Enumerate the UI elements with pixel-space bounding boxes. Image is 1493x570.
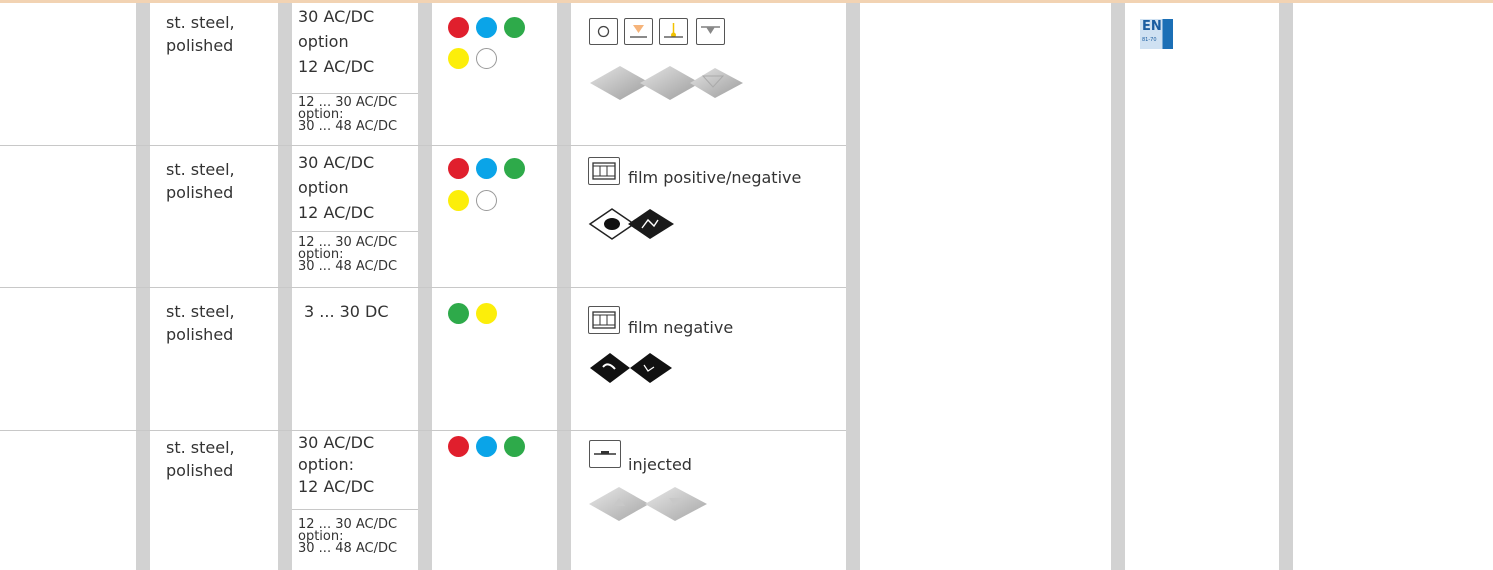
led-color-dot (476, 48, 497, 69)
material-cell: st. steel, polished (166, 302, 235, 344)
led-color-dot (476, 303, 497, 324)
led-color-dot (476, 436, 497, 457)
voltage-cell: 30 AC/DC option 12 AC/DC (298, 7, 375, 76)
film-icon (588, 157, 620, 185)
led-color-dot (504, 436, 525, 457)
led-color-dot (476, 17, 497, 38)
column-separator (1279, 3, 1293, 570)
column-separator (1111, 3, 1125, 570)
led-color-dot (448, 303, 469, 324)
voltage-divider (292, 93, 418, 94)
voltage-option-cell: 12 ... 30 AC/DC option: 30 ... 48 AC/DC (298, 95, 398, 134)
symbol-label: film positive/negative (628, 168, 802, 187)
film-icon (588, 306, 620, 334)
row-separator (0, 145, 846, 146)
voltage-option-cell: 12 ... 30 AC/DC option: 30 ... 48 AC/DC (298, 235, 398, 274)
button-preview-image (585, 484, 715, 528)
column-separator (846, 3, 860, 570)
led-color-dot (448, 190, 469, 211)
voltage-cell: 30 AC/DC option 12 AC/DC (298, 153, 375, 222)
triangle-down-orange-icon (624, 18, 653, 45)
button-preview-image (585, 63, 745, 107)
led-color-dot (448, 158, 469, 179)
symbol-label: film negative (628, 318, 734, 337)
row-separator (0, 430, 846, 431)
voltage-divider (292, 231, 418, 232)
led-color-dot (476, 158, 497, 179)
material-cell: st. steel, polished (166, 438, 235, 480)
led-color-dot (476, 190, 497, 211)
badge-code: EN (1142, 19, 1162, 34)
voltage-divider (292, 509, 418, 510)
voltage-option-cell: 12 ... 30 AC/DC option: 30 ... 48 AC/DC (298, 517, 398, 556)
button-preview-image (588, 350, 678, 390)
material-cell: st. steel, polished (166, 13, 235, 55)
tactile-marker-icon (659, 18, 688, 45)
symbol-label: injected (628, 455, 692, 474)
injected-icon (589, 440, 621, 468)
led-color-dot (448, 436, 469, 457)
led-color-dot (504, 158, 525, 179)
led-color-dot (448, 48, 469, 69)
row-separator (0, 287, 846, 288)
led-color-dot (448, 17, 469, 38)
en-standard-badge: EN 81-70 (1140, 19, 1173, 49)
top-rule (0, 0, 1493, 3)
triangle-down-gray-icon (696, 18, 725, 45)
badge-number: 81-70 (1142, 37, 1157, 43)
circle-icon (589, 18, 618, 45)
led-color-dot (504, 17, 525, 38)
material-cell: st. steel, polished (166, 160, 235, 202)
voltage-cell: 3 ... 30 DC (304, 302, 389, 321)
voltage-cell: 30 AC/DC option: 12 AC/DC (298, 433, 375, 496)
button-preview-image (588, 206, 678, 246)
